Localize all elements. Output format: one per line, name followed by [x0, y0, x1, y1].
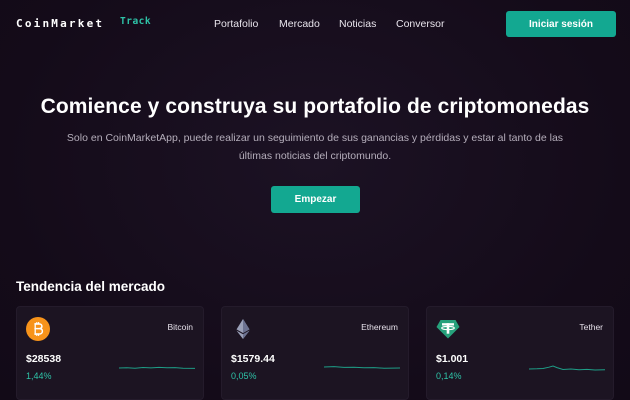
hero-subtitle: Solo en CoinMarketApp, puede realizar un… — [66, 132, 564, 162]
bitcoin-icon — [26, 317, 50, 341]
hero-title: Comience y construya su portafolio de cr… — [40, 95, 590, 118]
price-sparkline — [529, 365, 605, 371]
tether-icon — [436, 320, 460, 339]
coin-price: $1.001 — [436, 353, 469, 365]
coin-name: Ethereum — [361, 322, 398, 332]
nav-link-portafolio[interactable]: Portafolio — [214, 18, 258, 30]
coin-price: $28538 — [26, 353, 62, 365]
coin-change: 0,14% — [436, 371, 462, 381]
page: CoinMarket Track Portafolio Mercado Noti… — [0, 0, 630, 400]
coin-name: Bitcoin — [167, 322, 193, 332]
start-button[interactable]: Empezar — [271, 186, 360, 213]
nav-link-mercado[interactable]: Mercado — [279, 18, 320, 30]
coin-name: Tether — [579, 322, 603, 332]
market-trend-title: Tendencia del mercado — [16, 279, 166, 294]
price-sparkline — [324, 366, 400, 369]
header: CoinMarket Track Portafolio Mercado Noti… — [0, 0, 630, 48]
nav-link-noticias[interactable]: Noticias — [339, 18, 376, 30]
coin-card-ethereum[interactable]: Ethereum $1579.44 0,05% — [221, 306, 409, 400]
coin-price: $1579.44 — [231, 353, 275, 365]
coin-change: 1,44% — [26, 371, 52, 381]
price-sparkline — [119, 366, 195, 369]
login-button[interactable]: Iniciar sesión — [506, 11, 616, 37]
nav-link-conversor[interactable]: Conversor — [396, 18, 444, 30]
ethereum-icon — [236, 319, 250, 339]
coin-change: 0,05% — [231, 371, 257, 381]
coin-card-tether[interactable]: Tether $1.001 0,14% — [426, 306, 614, 400]
coin-card-bitcoin[interactable]: Bitcoin $28538 1,44% — [16, 306, 204, 400]
